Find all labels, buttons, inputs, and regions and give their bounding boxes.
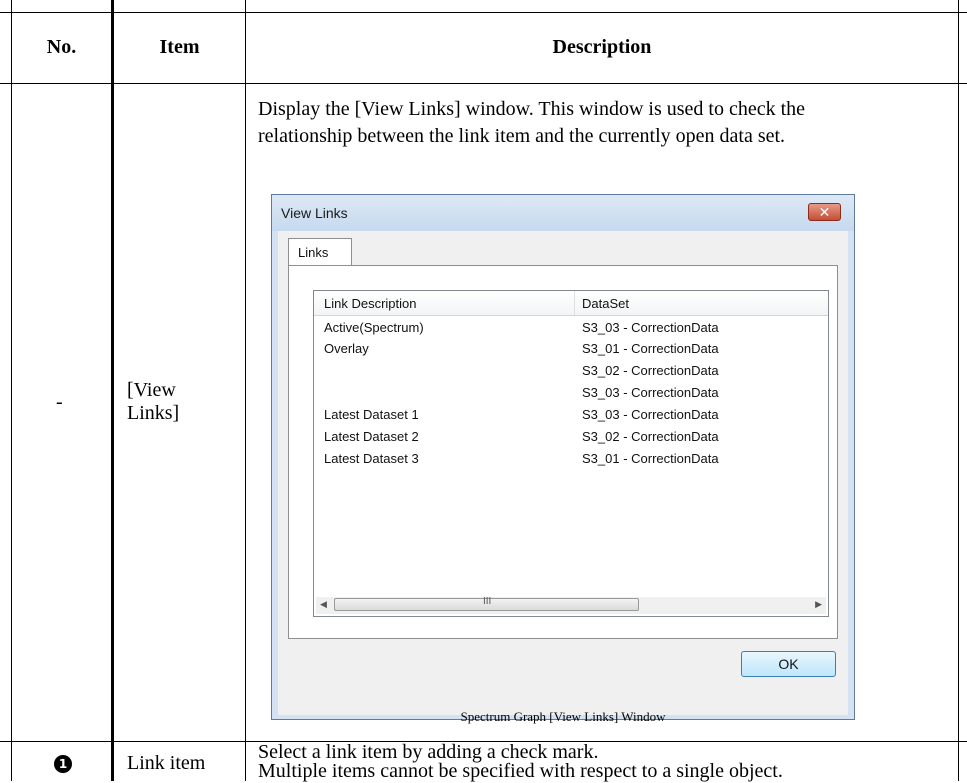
table-border-top	[0, 12, 967, 13]
col-divider-2	[245, 0, 246, 781]
row1-desc-line1: Display the [View Links] window. This wi…	[258, 98, 806, 120]
table-border-left	[11, 0, 12, 781]
list-item[interactable]: Overlay S3_01 - CorrectionData	[314, 339, 828, 359]
row1-no: -	[56, 391, 63, 413]
dataset-name: S3_03 - CorrectionData	[582, 385, 719, 400]
header-divider	[0, 83, 967, 84]
scroll-left-icon[interactable]: ◀	[320, 599, 327, 610]
number-badge-icon: 1	[54, 755, 72, 773]
list-item[interactable]: Latest Dataset 1 S3_03 - CorrectionData	[314, 405, 828, 425]
dataset-name: S3_03 - CorrectionData	[582, 407, 719, 422]
dataset-name: S3_02 - CorrectionData	[582, 429, 719, 444]
link-description: Latest Dataset 2	[324, 429, 419, 444]
header-description: Description	[552, 36, 652, 58]
list-item[interactable]: Latest Dataset 3 S3_01 - CorrectionData	[314, 449, 828, 469]
link-description: Active(Spectrum)	[324, 320, 424, 335]
link-description: Overlay	[324, 341, 369, 356]
tab-links-label: Links	[298, 245, 329, 260]
dialog-titlebar: View Links ✕	[272, 195, 854, 231]
list-item[interactable]: Active(Spectrum) S3_03 - CorrectionData	[314, 318, 828, 338]
dataset-name: S3_03 - CorrectionData	[582, 320, 719, 335]
figure-caption: Spectrum Graph [View Links] Window	[460, 709, 666, 724]
column-header-dataset[interactable]: DataSet	[582, 296, 629, 311]
row2-desc-line2: Multiple items cannot be specified with …	[258, 760, 783, 782]
header-no: No.	[46, 36, 77, 58]
row1-desc-line2: relationship between the link item and t…	[258, 125, 786, 147]
column-header-link-description[interactable]: Link Description	[324, 296, 417, 311]
link-description: Latest Dataset 1	[324, 407, 419, 422]
dialog-title: View Links	[281, 205, 348, 221]
scrollbar-grip-icon: III	[483, 596, 492, 607]
link-description: Latest Dataset 3	[324, 451, 419, 466]
scroll-right-icon[interactable]: ▶	[815, 599, 822, 610]
close-icon: ✕	[818, 204, 831, 220]
row1-item-line1: [View	[127, 379, 176, 401]
row2-item: Link item	[127, 752, 206, 774]
view-links-dialog: View Links ✕ Links Link Description Data…	[271, 194, 855, 720]
links-listview[interactable]: Link Description DataSet Active(Spectrum…	[313, 290, 829, 617]
dialog-body: Links Link Description DataSet Active(Sp…	[278, 231, 848, 715]
ok-button[interactable]: OK	[741, 651, 836, 677]
list-item[interactable]: Latest Dataset 2 S3_02 - CorrectionData	[314, 427, 828, 447]
col-divider-1	[111, 0, 114, 781]
dataset-name: S3_02 - CorrectionData	[582, 363, 719, 378]
close-button[interactable]: ✕	[808, 203, 841, 221]
header-item: Item	[159, 36, 200, 58]
table-border-right	[958, 0, 959, 781]
document-table: No. Item Description - [View Links] Disp…	[0, 0, 967, 782]
list-item[interactable]: S3_03 - CorrectionData	[314, 383, 828, 403]
dataset-name: S3_01 - CorrectionData	[582, 451, 719, 466]
row1-item-line2: Links]	[127, 402, 180, 424]
dataset-name: S3_01 - CorrectionData	[582, 341, 719, 356]
tab-links[interactable]: Links	[288, 238, 352, 266]
listview-header: Link Description DataSet	[314, 291, 828, 316]
scrollbar-thumb[interactable]: III	[334, 596, 639, 611]
tab-panel: Link Description DataSet Active(Spectrum…	[288, 265, 838, 639]
horizontal-scrollbar[interactable]: ◀ III ▶	[316, 596, 826, 614]
list-item[interactable]: S3_02 - CorrectionData	[314, 361, 828, 381]
column-separator[interactable]	[574, 291, 575, 315]
